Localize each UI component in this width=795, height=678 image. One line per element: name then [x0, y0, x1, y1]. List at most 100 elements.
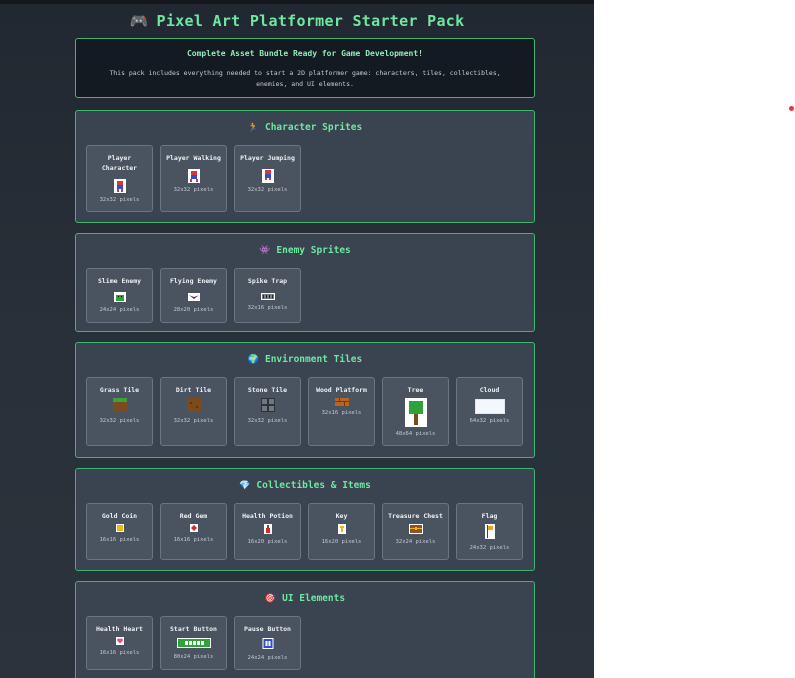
asset-card-grass-tile[interactable]: Grass Tile 32x32 pixels: [86, 377, 153, 446]
section-title-text: Enemy Sprites: [276, 245, 351, 256]
health-heart-sprite: [115, 637, 124, 645]
asset-size: 16x20 pixels: [321, 539, 362, 545]
page-title: 🎮 Pixel Art Platformer Starter Pack: [0, 12, 594, 30]
app-window: 🎮 Pixel Art Platformer Starter Pack Compl…: [0, 0, 594, 678]
asset-name: Health Heart: [96, 625, 143, 633]
asset-card-health-potion[interactable]: Health Potion 16x20 pixels: [234, 503, 301, 560]
asset-card-stone-tile[interactable]: Stone Tile 32x32 pixels: [234, 377, 301, 446]
asset-name: Gold Coin: [101, 512, 138, 520]
asset-size: 32x24 pixels: [395, 539, 436, 545]
asset-name: Cloud: [479, 386, 500, 394]
asset-card-tree[interactable]: Tree 48x64 pixels: [382, 377, 449, 446]
asset-size: 24x24 pixels: [247, 655, 288, 661]
asset-size: 32x32 pixels: [173, 187, 214, 193]
asset-card-pause-button[interactable]: Pause Button 24x24 pixels: [234, 616, 301, 670]
section-title-text: Collectibles & Items: [256, 480, 371, 491]
asset-size: 16x16 pixels: [99, 650, 140, 656]
asset-name: Flying Enemy: [170, 277, 217, 285]
section-collectibles-items: 💎 Collectibles & Items Gold Coin 16x16 pi…: [75, 468, 535, 571]
section-title-text: Character Sprites: [264, 122, 363, 133]
flag-sprite: [484, 524, 495, 539]
player-jumping-sprite: [261, 169, 274, 183]
asset-size: 24x24 pixels: [99, 307, 140, 313]
asset-name: Grass Tile: [99, 386, 140, 394]
asset-size: 24x32 pixels: [469, 545, 510, 551]
section-title-text: Environment Tiles: [264, 354, 363, 365]
spike-trap-sprite: [260, 293, 275, 300]
gem-icon: 💎: [239, 481, 251, 491]
asset-card-slime-enemy[interactable]: Slime Enemy 24x24 pixels: [86, 268, 153, 323]
asset-card-red-gem[interactable]: Red Gem 16x16 pixels: [160, 503, 227, 560]
asset-name: Health Potion: [242, 512, 293, 520]
asset-card-dirt-tile[interactable]: Dirt Tile 32x32 pixels: [160, 377, 227, 446]
asset-card-spike-trap[interactable]: Spike Trap 32x16 pixels: [234, 268, 301, 323]
asset-card-flag[interactable]: Flag 24x32 pixels: [456, 503, 523, 560]
section-title: 🌍 Environment Tiles: [76, 354, 534, 365]
gamepad-icon: 🎮: [129, 12, 149, 30]
asset-name: Pause Button: [244, 625, 291, 633]
asset-card-health-heart[interactable]: Health Heart 16x16 pixels: [86, 616, 153, 670]
asset-card-flying-enemy[interactable]: Flying Enemy 28x20 pixels: [160, 268, 227, 323]
asset-name: Wood Platform: [316, 386, 367, 394]
globe-icon: 🌍: [247, 355, 259, 365]
section-environment-tiles: 🌍 Environment Tiles Grass Tile 32x32 pixe…: [75, 342, 535, 458]
asset-card-cloud[interactable]: Cloud 64x32 pixels: [456, 377, 523, 446]
asset-card-wood-platform[interactable]: Wood Platform 32x16 pixels: [308, 377, 375, 446]
asset-size: 32x16 pixels: [321, 410, 362, 416]
section-title: 💎 Collectibles & Items: [76, 480, 534, 491]
section-enemy-sprites: 👾 Enemy Sprites Slime Enemy 24x24 pixels …: [75, 233, 535, 332]
asset-card-player-jumping[interactable]: Player Jumping 32x32 pixels: [234, 145, 301, 212]
asset-size: 32x32 pixels: [247, 418, 288, 424]
asset-name: Key: [335, 512, 348, 520]
asset-name: Dirt Tile: [175, 386, 212, 394]
intro-body: This pack includes everything needed to …: [109, 69, 501, 88]
asset-size: 64x32 pixels: [469, 418, 510, 424]
asset-name: Treasure Chest: [388, 512, 443, 520]
section-character-sprites: 🏃 Character Sprites Player Character 32x3…: [75, 110, 535, 223]
asset-card-gold-coin[interactable]: Gold Coin 16x16 pixels: [86, 503, 153, 560]
section-title: 👾 Enemy Sprites: [76, 245, 534, 256]
asset-card-key[interactable]: Key 16x20 pixels: [308, 503, 375, 560]
tree-sprite: [404, 398, 427, 427]
section-ui-elements: 🎯 UI Elements Health Heart 16x16 pixels S…: [75, 581, 535, 678]
red-dot-marker: [789, 106, 794, 111]
section-title-text: UI Elements: [282, 593, 346, 604]
asset-name: Spike Trap: [247, 277, 288, 285]
asset-name: Stone Tile: [247, 386, 288, 394]
cloud-sprite: [474, 399, 505, 414]
section-title: 🏃 Character Sprites: [76, 122, 534, 133]
intro-banner: Complete Asset Bundle Ready for Game Dev…: [75, 38, 535, 98]
asset-name: Player Jumping: [240, 154, 295, 162]
asset-size: 16x20 pixels: [247, 539, 288, 545]
asset-size: 80x24 pixels: [173, 654, 214, 660]
asset-size: 48x64 pixels: [395, 431, 436, 437]
grass-tile-sprite: [112, 398, 127, 412]
asset-card-start-button[interactable]: Start Button 80x24 pixels: [160, 616, 227, 670]
top-bar: [0, 0, 594, 4]
running-person-icon: 🏃: [247, 123, 259, 133]
target-icon: 🎯: [264, 594, 277, 604]
slime-enemy-sprite: [113, 292, 126, 302]
asset-card-player-character[interactable]: Player Character 32x32 pixels: [86, 145, 153, 212]
wood-platform-sprite: [334, 398, 349, 406]
asset-card-treasure-chest[interactable]: Treasure Chest 32x24 pixels: [382, 503, 449, 560]
page-title-text: Pixel Art Platformer Starter Pack: [156, 12, 465, 30]
asset-size: 32x32 pixels: [99, 197, 140, 203]
treasure-chest-sprite: [408, 524, 423, 534]
intro-heading: Complete Asset Bundle Ready for Game Dev…: [186, 49, 423, 58]
dirt-tile-sprite: [186, 398, 201, 412]
alien-monster-icon: 👾: [259, 246, 271, 256]
asset-size: 32x32 pixels: [173, 418, 214, 424]
asset-name: Flag: [481, 512, 498, 520]
stone-tile-sprite: [260, 398, 275, 412]
asset-size: 32x32 pixels: [247, 187, 288, 193]
section-title: 🎯 UI Elements: [76, 593, 534, 604]
player-walking-sprite: [187, 169, 200, 183]
asset-card-player-walking[interactable]: Player Walking 32x32 pixels: [160, 145, 227, 212]
pause-button-sprite: [262, 638, 273, 649]
asset-size: 28x20 pixels: [173, 307, 214, 313]
asset-name: Tree: [407, 386, 424, 394]
asset-name: Red Gem: [179, 512, 208, 520]
asset-name: Player Character: [101, 154, 138, 172]
red-gem-sprite: [189, 524, 198, 532]
